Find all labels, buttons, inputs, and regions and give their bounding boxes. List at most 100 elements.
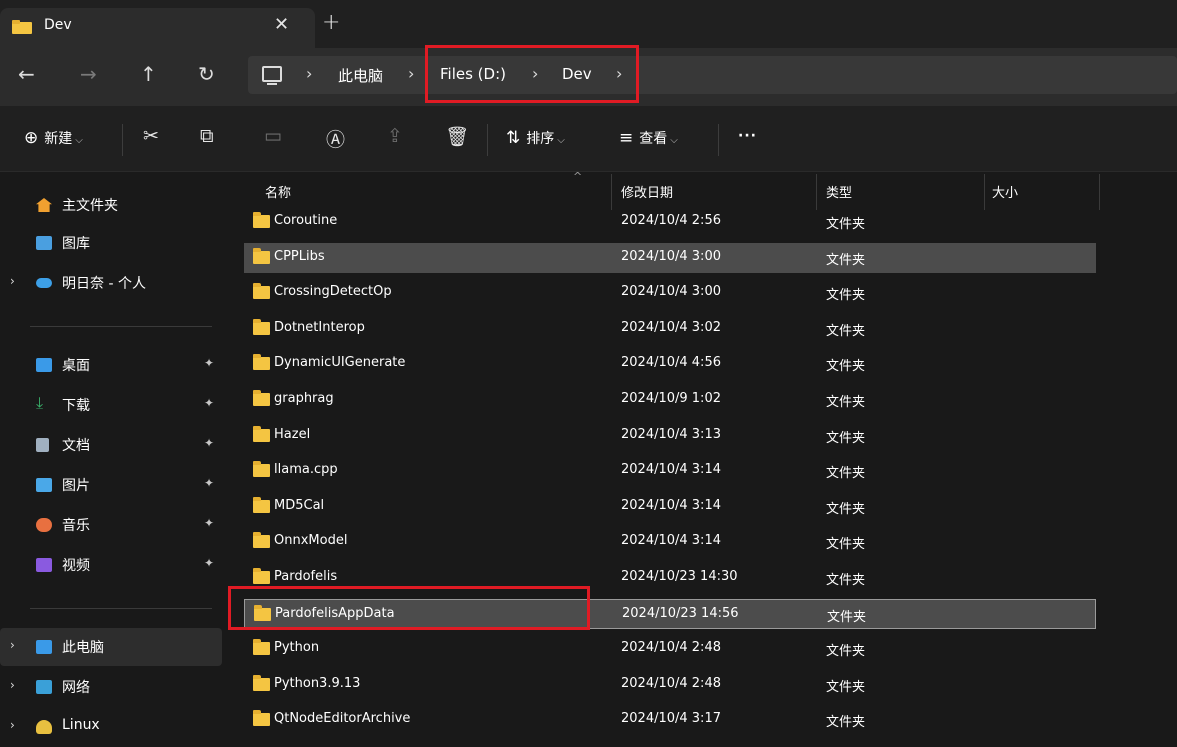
download-icon: ⤓	[36, 393, 44, 412]
delete-icon[interactable]: 🗑	[445, 125, 469, 148]
more-options-button[interactable]: ···	[738, 128, 757, 144]
network-icon	[36, 680, 52, 694]
up-button[interactable]: ↑	[140, 62, 157, 86]
file-row[interactable]: Python3.9.13 2024/10/4 2:48 文件夹	[244, 670, 1096, 700]
sidebar-item-home[interactable]: 主文件夹	[0, 186, 222, 224]
file-row[interactable]: Hazel 2024/10/4 3:13 文件夹	[244, 421, 1096, 451]
computer-icon	[262, 66, 282, 85]
file-row[interactable]: DynamicUIGenerate 2024/10/4 4:56 文件夹	[244, 349, 1096, 379]
file-row[interactable]: CrossingDetectOp 2024/10/4 3:00 文件夹	[244, 278, 1096, 308]
paste-icon[interactable]: ▭	[264, 125, 282, 147]
copy-icon[interactable]: ⧉	[200, 125, 214, 147]
chevron-down-icon: ⌵	[670, 135, 678, 146]
file-name: CrossingDetectOp	[274, 284, 392, 299]
file-row[interactable]: OnnxModel 2024/10/4 3:14 文件夹	[244, 527, 1096, 557]
tab-dev[interactable]: Dev ✕	[0, 8, 315, 48]
share-icon[interactable]: ⇪	[387, 125, 403, 147]
refresh-button[interactable]: ↻	[198, 62, 215, 86]
column-header-date[interactable]: 修改日期	[621, 182, 673, 201]
file-type: 文件夹	[826, 715, 866, 730]
file-type: 文件夹	[826, 431, 866, 446]
new-button[interactable]: ⊕ 新建 ⌵	[24, 128, 83, 148]
file-name: Hazel	[274, 427, 311, 442]
file-name: DotnetInterop	[274, 320, 365, 335]
pin-icon: ✦	[204, 556, 215, 570]
column-header-size[interactable]: 大小	[992, 182, 1018, 201]
home-icon	[36, 198, 52, 212]
file-row[interactable]: CPPLibs 2024/10/4 3:00 文件夹	[244, 243, 1096, 273]
file-type: 文件夹	[826, 395, 866, 410]
divider	[122, 124, 123, 156]
cloud-icon	[36, 278, 52, 288]
column-divider[interactable]	[984, 174, 985, 210]
gallery-icon	[36, 236, 52, 250]
file-type: 文件夹	[826, 680, 866, 695]
sidebar-item-music[interactable]: 音乐 ✦	[0, 506, 222, 544]
column-header-name[interactable]: 名称	[265, 182, 291, 201]
document-icon	[36, 438, 49, 452]
sidebar-item-downloads[interactable]: ⤓ 下载 ✦	[0, 386, 222, 424]
divider	[487, 124, 488, 156]
chevron-right-icon[interactable]: ›	[10, 678, 15, 692]
cut-icon[interactable]: ✂	[143, 125, 159, 147]
file-date: 2024/10/4 2:56	[621, 213, 721, 228]
column-divider[interactable]	[1099, 174, 1100, 210]
rename-icon[interactable]: Ⓐ	[326, 125, 345, 152]
chevron-right-icon[interactable]: ›	[10, 718, 15, 732]
column-divider[interactable]	[816, 174, 817, 210]
sidebar-item-label: 图库	[62, 236, 90, 252]
picture-icon	[36, 478, 52, 492]
file-type: 文件夹	[826, 359, 866, 374]
column-header-type[interactable]: 类型	[826, 182, 852, 201]
folder-icon	[253, 461, 270, 477]
column-divider[interactable]	[611, 174, 612, 210]
sidebar-item-documents[interactable]: 文档 ✦	[0, 426, 222, 464]
folder-icon	[253, 568, 270, 584]
file-date: 2024/10/4 3:14	[621, 533, 721, 548]
file-name: DynamicUIGenerate	[274, 355, 406, 370]
new-label: 新建	[44, 131, 73, 147]
file-row[interactable]: DotnetInterop 2024/10/4 3:02 文件夹	[244, 314, 1096, 344]
sidebar-item-this-pc[interactable]: › 此电脑	[0, 628, 222, 666]
sidebar-item-linux[interactable]: › Linux	[0, 708, 222, 746]
back-button[interactable]: ←	[18, 62, 35, 86]
chevron-right-icon[interactable]: ›	[10, 274, 15, 288]
sidebar-item-videos[interactable]: 视频 ✦	[0, 546, 222, 584]
file-row[interactable]: llama.cpp 2024/10/4 3:14 文件夹	[244, 456, 1096, 486]
file-name: Pardofelis	[274, 569, 338, 584]
sidebar-item-gallery[interactable]: 图库	[0, 224, 222, 262]
highlight-box-breadcrumb	[425, 45, 639, 103]
file-row[interactable]: graphrag 2024/10/9 1:02 文件夹	[244, 385, 1096, 415]
chevron-down-icon: ⌵	[75, 135, 83, 146]
forward-button[interactable]: →	[80, 62, 97, 86]
file-date: 2024/10/4 3:00	[621, 249, 721, 264]
sidebar-item-network[interactable]: › 网络	[0, 668, 222, 706]
folder-icon	[253, 354, 270, 370]
file-row[interactable]: Coroutine 2024/10/4 2:56 文件夹	[244, 207, 1096, 237]
sidebar-item-label: 文档	[62, 438, 90, 454]
sort-label: 排序	[526, 131, 555, 147]
file-row[interactable]: MD5Cal 2024/10/4 3:14 文件夹	[244, 492, 1096, 522]
sidebar-item-pictures[interactable]: 图片 ✦	[0, 466, 222, 504]
file-type: 文件夹	[826, 573, 866, 588]
sidebar-item-label: 视频	[62, 558, 90, 574]
file-date: 2024/10/4 3:13	[621, 427, 721, 442]
sidebar-item-onedrive[interactable]: › 明日奈 - 个人	[0, 264, 222, 302]
chevron-right-icon[interactable]: ›	[10, 638, 15, 652]
file-date: 2024/10/23 14:56	[622, 606, 739, 621]
new-tab-button[interactable]: +	[322, 10, 340, 35]
sidebar-item-desktop[interactable]: 桌面 ✦	[0, 346, 222, 384]
close-tab-icon[interactable]: ✕	[274, 14, 289, 35]
file-row[interactable]: Python 2024/10/4 2:48 文件夹	[244, 634, 1096, 664]
address-bar[interactable]: › 此电脑 › Files (D:) › Dev ›	[248, 56, 1177, 94]
file-date: 2024/10/9 1:02	[621, 391, 721, 406]
breadcrumb-this-pc[interactable]: 此电脑	[338, 65, 383, 86]
command-bar: ⊕ 新建 ⌵ ✂ ⧉ ▭ Ⓐ ⇪ 🗑 ⇅ 排序 ⌵ ≡ 查看 ⌵ ···	[0, 106, 1177, 172]
sidebar-item-label: 图片	[62, 478, 90, 494]
file-type: 文件夹	[826, 466, 866, 481]
view-button[interactable]: ≡ 查看 ⌵	[619, 128, 678, 148]
file-name: OnnxModel	[274, 533, 348, 548]
file-row[interactable]: QtNodeEditorArchive 2024/10/4 3:17 文件夹	[244, 705, 1096, 735]
sidebar-item-label: 明日奈 - 个人	[62, 276, 146, 292]
sort-button[interactable]: ⇅ 排序 ⌵	[506, 128, 565, 148]
